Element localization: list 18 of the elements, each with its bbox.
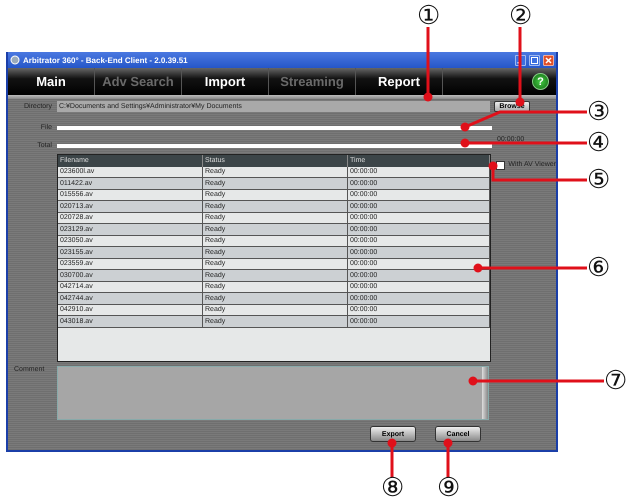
callout-number: ⑤ [587,169,609,191]
comment-field[interactable] [57,366,489,420]
callout-number: ⑥ [587,257,609,279]
callout-number: ③ [587,101,609,123]
callout-number: ⑧ [381,477,403,499]
callout-number: ④ [587,132,609,154]
close-icon[interactable] [543,54,554,66]
app-icon [10,55,20,65]
callout-number: ① [417,5,439,27]
callout-number: ⑦ [604,370,626,392]
callout-line [388,438,396,477]
checkbox[interactable] [496,161,506,170]
window-title: Arbitrator 360° - Back-End Client - 2.0.39.51 [23,56,189,64]
scrollbar[interactable] [482,367,488,419]
callout-line [444,438,452,477]
callout-number: ② [509,5,531,27]
maximize-icon[interactable] [529,54,540,66]
callout-number: ⑨ [437,477,459,499]
